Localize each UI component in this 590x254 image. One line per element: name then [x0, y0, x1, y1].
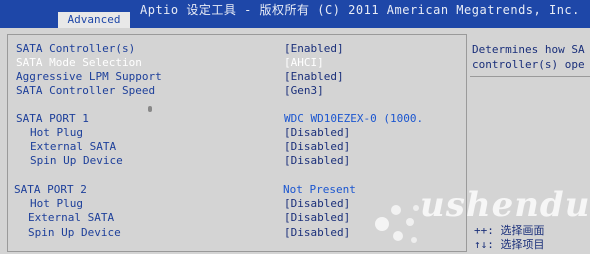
help-divider — [470, 76, 590, 77]
setting-value[interactable]: [Enabled] — [284, 70, 344, 83]
title-bar: Aptio 设定工具 - 版权所有 (C) 2011 American Mega… — [0, 0, 590, 28]
setting-value[interactable]: [Disabled] — [284, 197, 350, 210]
help-description: Determines how SA controller(s) ope — [472, 43, 585, 71]
setting-value[interactable]: [Disabled] — [284, 154, 350, 167]
watermark-text: ushendu — [420, 185, 590, 225]
setting-row-port1-external-sata[interactable]: External SATA [Disabled] — [0, 140, 470, 154]
bios-title: Aptio 设定工具 - 版权所有 (C) 2011 American Mega… — [140, 3, 580, 17]
setting-label: External SATA — [28, 211, 115, 224]
setting-label: SATA Controller Speed — [16, 84, 156, 97]
help-keys: ++: 选择画面 ↑↓: 选择项目 — [474, 224, 545, 252]
setting-label: Hot Plug — [30, 197, 83, 210]
port-row-sata-port-1: SATA PORT 1 WDC WD10EZEX-0 (1000. — [0, 112, 470, 126]
setting-label: Hot Plug — [30, 126, 83, 139]
setting-value[interactable]: [Disabled] — [284, 211, 350, 224]
setting-value[interactable]: [Gen3] — [284, 84, 324, 97]
setting-label: SATA Controller(s) — [16, 42, 136, 55]
port-device: Not Present — [283, 183, 356, 196]
port-device: WDC WD10EZEX-0 (1000. — [284, 112, 424, 125]
setting-label: Spin Up Device — [28, 226, 121, 239]
setting-value[interactable]: [Disabled] — [284, 226, 350, 239]
setting-label: External SATA — [30, 140, 117, 153]
setting-label: SATA Mode Selection — [16, 56, 142, 69]
help-key-item: ↑↓: 选择项目 — [474, 238, 545, 251]
tab-advanced[interactable]: Advanced — [58, 12, 130, 28]
setting-row-port1-spin-up[interactable]: Spin Up Device [Disabled] — [0, 154, 470, 168]
setting-label: Spin Up Device — [30, 154, 123, 167]
setting-row-sata-controllers[interactable]: SATA Controller(s) [Enabled] — [0, 42, 470, 56]
setting-row-port1-hot-plug[interactable]: Hot Plug [Disabled] — [0, 126, 470, 140]
port-label: SATA PORT 1 — [16, 112, 89, 125]
setting-value[interactable]: [Enabled] — [284, 42, 344, 55]
setting-value[interactable]: [AHCI] — [284, 56, 324, 69]
setting-row-sata-controller-speed[interactable]: SATA Controller Speed [Gen3] — [0, 84, 470, 98]
setting-row-aggressive-lpm[interactable]: Aggressive LPM Support [Enabled] — [0, 70, 470, 84]
port-label: SATA PORT 2 — [14, 183, 87, 196]
port-row-sata-port-2: SATA PORT 2 Not Present — [0, 183, 470, 197]
setting-row-sata-mode-selection[interactable]: SATA Mode Selection [AHCI] — [0, 56, 470, 70]
setting-value[interactable]: [Disabled] — [284, 126, 350, 139]
watermark-dots-icon — [375, 205, 419, 243]
setting-label: Aggressive LPM Support — [16, 70, 162, 83]
help-key-screen: ++: 选择画面 — [474, 224, 545, 237]
setting-value[interactable]: [Disabled] — [284, 140, 350, 153]
